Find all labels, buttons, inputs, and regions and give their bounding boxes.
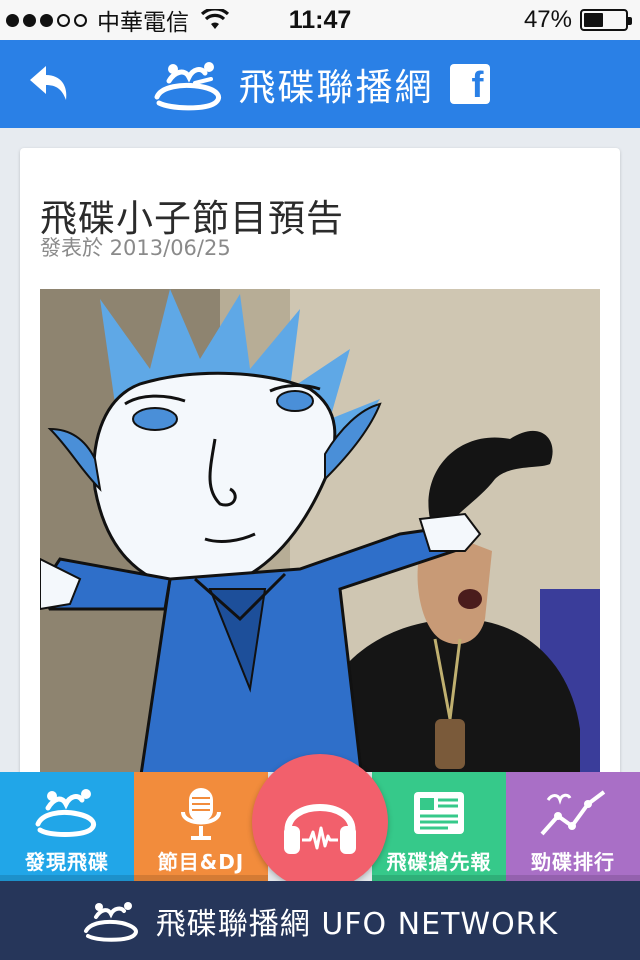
newspaper-icon: [414, 792, 464, 834]
ufo-logo-icon: [83, 901, 138, 942]
wifi-icon: [201, 9, 229, 29]
tab-discover-label: 發現飛碟: [25, 850, 109, 874]
tab-programs[interactable]: 節目&DJ: [134, 772, 268, 881]
tab-charts-label: 勁碟排行: [531, 850, 615, 874]
headphones-icon: [284, 804, 356, 854]
back-arrow-icon[interactable]: [26, 62, 76, 106]
post-card: 飛碟小子節目預告 發表於 2013/06/25: [20, 148, 620, 848]
tab-news-label: 飛碟搶先報: [386, 850, 492, 874]
carrier-name: 中華電信: [97, 10, 189, 36]
play-button[interactable]: [252, 754, 388, 890]
footer-banner: 飛碟聯播網 UFO NETWORK: [0, 881, 640, 960]
brand: 飛碟聯播網 f: [151, 57, 490, 111]
battery-percent: 47%: [523, 6, 572, 33]
facebook-icon[interactable]: f: [449, 64, 490, 104]
tab-discover[interactable]: 發現飛碟: [0, 772, 134, 881]
ufo-logo-icon: [154, 62, 221, 111]
tab-charts[interactable]: 勁碟排行: [506, 772, 640, 881]
nav-bar: 飛碟聯播網 f: [0, 40, 640, 128]
battery-status: 47%: [523, 6, 632, 34]
battery-icon: [580, 9, 632, 31]
app-title: 飛碟聯播網: [238, 66, 434, 109]
chart-line-icon: [540, 790, 606, 836]
microphone-icon: [181, 788, 221, 840]
post-date: 發表於 2013/06/25: [40, 236, 231, 260]
ufo-logo-icon: [35, 789, 96, 837]
signal-strength-icon: [6, 13, 87, 27]
footer-text: 飛碟聯播網 UFO NETWORK: [155, 906, 559, 942]
status-bar: 中華電信 11:47 47%: [0, 0, 640, 40]
tab-programs-label: 節目&DJ: [157, 850, 245, 874]
tab-news[interactable]: 飛碟搶先報: [372, 772, 506, 881]
